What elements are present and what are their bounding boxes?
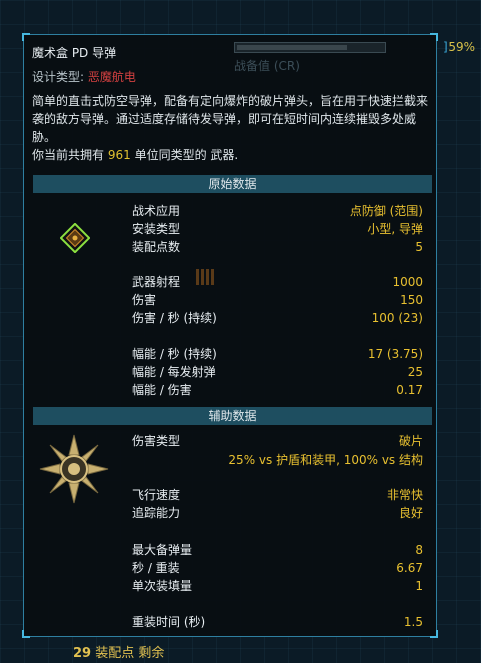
- stat-label: 武器射程: [132, 275, 181, 289]
- stat-row: 幅能 / 伤害 0.17: [132, 382, 423, 398]
- stat-label: 装配点数: [132, 240, 181, 254]
- stat-label: 幅能 / 每发射弹: [132, 365, 216, 379]
- damage-modifier-text: 25% vs 护盾和装甲, 100% vs 结构: [228, 453, 423, 467]
- owned-prefix: 你当前共拥有: [32, 148, 105, 162]
- stat-value: 150: [400, 293, 423, 307]
- stat-value: 良好: [398, 506, 423, 520]
- stat-label: 伤害 / 秒 (持续): [132, 311, 217, 325]
- owned-count-line: 你当前共拥有 961 单位同类型的 武器.: [32, 146, 238, 163]
- corner-bracket: [22, 33, 30, 41]
- owned-count: 961: [107, 148, 131, 162]
- stat-row: 秒 / 重装 6.67: [132, 560, 423, 576]
- stat-row: 飞行速度 非常快: [132, 487, 423, 503]
- stat-value: 17 (3.75): [367, 347, 423, 361]
- stat-label: 最大备弹量: [132, 543, 193, 557]
- stat-row: 追踪能力 良好: [132, 505, 423, 521]
- stat-row: 装配点数 5: [132, 239, 423, 255]
- stat-label: 安装类型: [132, 222, 181, 236]
- corner-bracket: [430, 630, 438, 638]
- stat-value: 25: [407, 365, 423, 379]
- op-remaining: 29 装配点 剩余: [73, 642, 164, 661]
- stat-row: 伤害 150: [132, 292, 423, 308]
- stat-value: 破片: [398, 434, 423, 448]
- cr-label: 战备值 (CR): [234, 59, 300, 73]
- stat-label: 秒 / 重装: [132, 561, 180, 575]
- design-type: 设计类型: 恶魔航电: [32, 68, 136, 85]
- weapon-name: 魔术盒 PD 导弹: [32, 46, 117, 60]
- design-type-label: 设计类型:: [32, 70, 85, 84]
- design-type-value: 恶魔航电: [87, 70, 136, 84]
- stat-label: 幅能 / 伤害: [132, 383, 192, 397]
- stat-value: 1000: [392, 275, 423, 289]
- stat-value: 点防御 (范围): [349, 204, 423, 218]
- stat-value: 100 (23): [371, 311, 423, 325]
- fragmentation-damage-icon: [38, 433, 110, 505]
- stat-value: 5: [415, 240, 423, 254]
- stat-row: 重装时间 (秒) 1.5: [132, 614, 423, 630]
- damage-modifier-row: 25% vs 护盾和装甲, 100% vs 结构: [132, 452, 423, 468]
- stat-value: 非常快: [386, 488, 423, 502]
- weapon-tooltip: 战备值 (CR) 魔术盒 PD 导弹 设计类型: 恶魔航电 简单的直击式防空导弹…: [22, 33, 438, 638]
- stat-label: 幅能 / 秒 (持续): [132, 347, 217, 361]
- cr-bar: [234, 42, 386, 53]
- weapon-description: 简单的直击式防空导弹，配备有定向爆炸的破片弹头，旨在用于快速拦截来袭的敌方导弹。…: [32, 94, 429, 144]
- stat-row: 伤害类型 破片: [132, 433, 423, 449]
- background-percent: 59%: [448, 40, 475, 54]
- stat-row: 单次装填量 1: [132, 578, 423, 594]
- ancillary-data-header: 辅助数据: [33, 407, 432, 425]
- stat-value: 6.67: [396, 561, 423, 575]
- stat-row: 最大备弹量 8: [132, 542, 423, 558]
- stat-label: 重装时间 (秒): [132, 615, 206, 629]
- weapon-mount-icon: [59, 222, 91, 254]
- primary-data-header: 原始数据: [33, 175, 432, 193]
- corner-bracket: [430, 33, 438, 41]
- stat-row: 幅能 / 每发射弹 25: [132, 364, 423, 380]
- stat-label: 战术应用: [132, 204, 181, 218]
- owned-suffix: 单位同类型的 武器.: [134, 148, 239, 162]
- stat-value: 1.5: [403, 615, 423, 629]
- stat-value: 小型, 导弹: [367, 222, 423, 236]
- corner-bracket: [22, 630, 30, 638]
- stat-row: 幅能 / 秒 (持续) 17 (3.75): [132, 346, 423, 362]
- stat-label: 伤害类型: [132, 434, 181, 448]
- stat-label: 追踪能力: [132, 506, 181, 520]
- background-bracket: ]: [443, 40, 448, 54]
- stat-label: 飞行速度: [132, 488, 181, 502]
- stat-value: 8: [415, 543, 423, 557]
- stat-row: 战术应用 点防御 (范围): [132, 203, 423, 219]
- op-remaining-number: 29: [73, 646, 92, 661]
- stat-label: 单次装填量: [132, 579, 193, 593]
- op-remaining-label: 装配点 剩余: [95, 646, 165, 661]
- stat-value: 0.17: [396, 383, 423, 397]
- stat-row: 武器射程 1000: [132, 274, 423, 290]
- stat-row: 安装类型 小型, 导弹: [132, 221, 423, 237]
- stat-row: 伤害 / 秒 (持续) 100 (23): [132, 310, 423, 326]
- stat-label: 伤害: [132, 293, 157, 307]
- stat-value: 1: [415, 579, 423, 593]
